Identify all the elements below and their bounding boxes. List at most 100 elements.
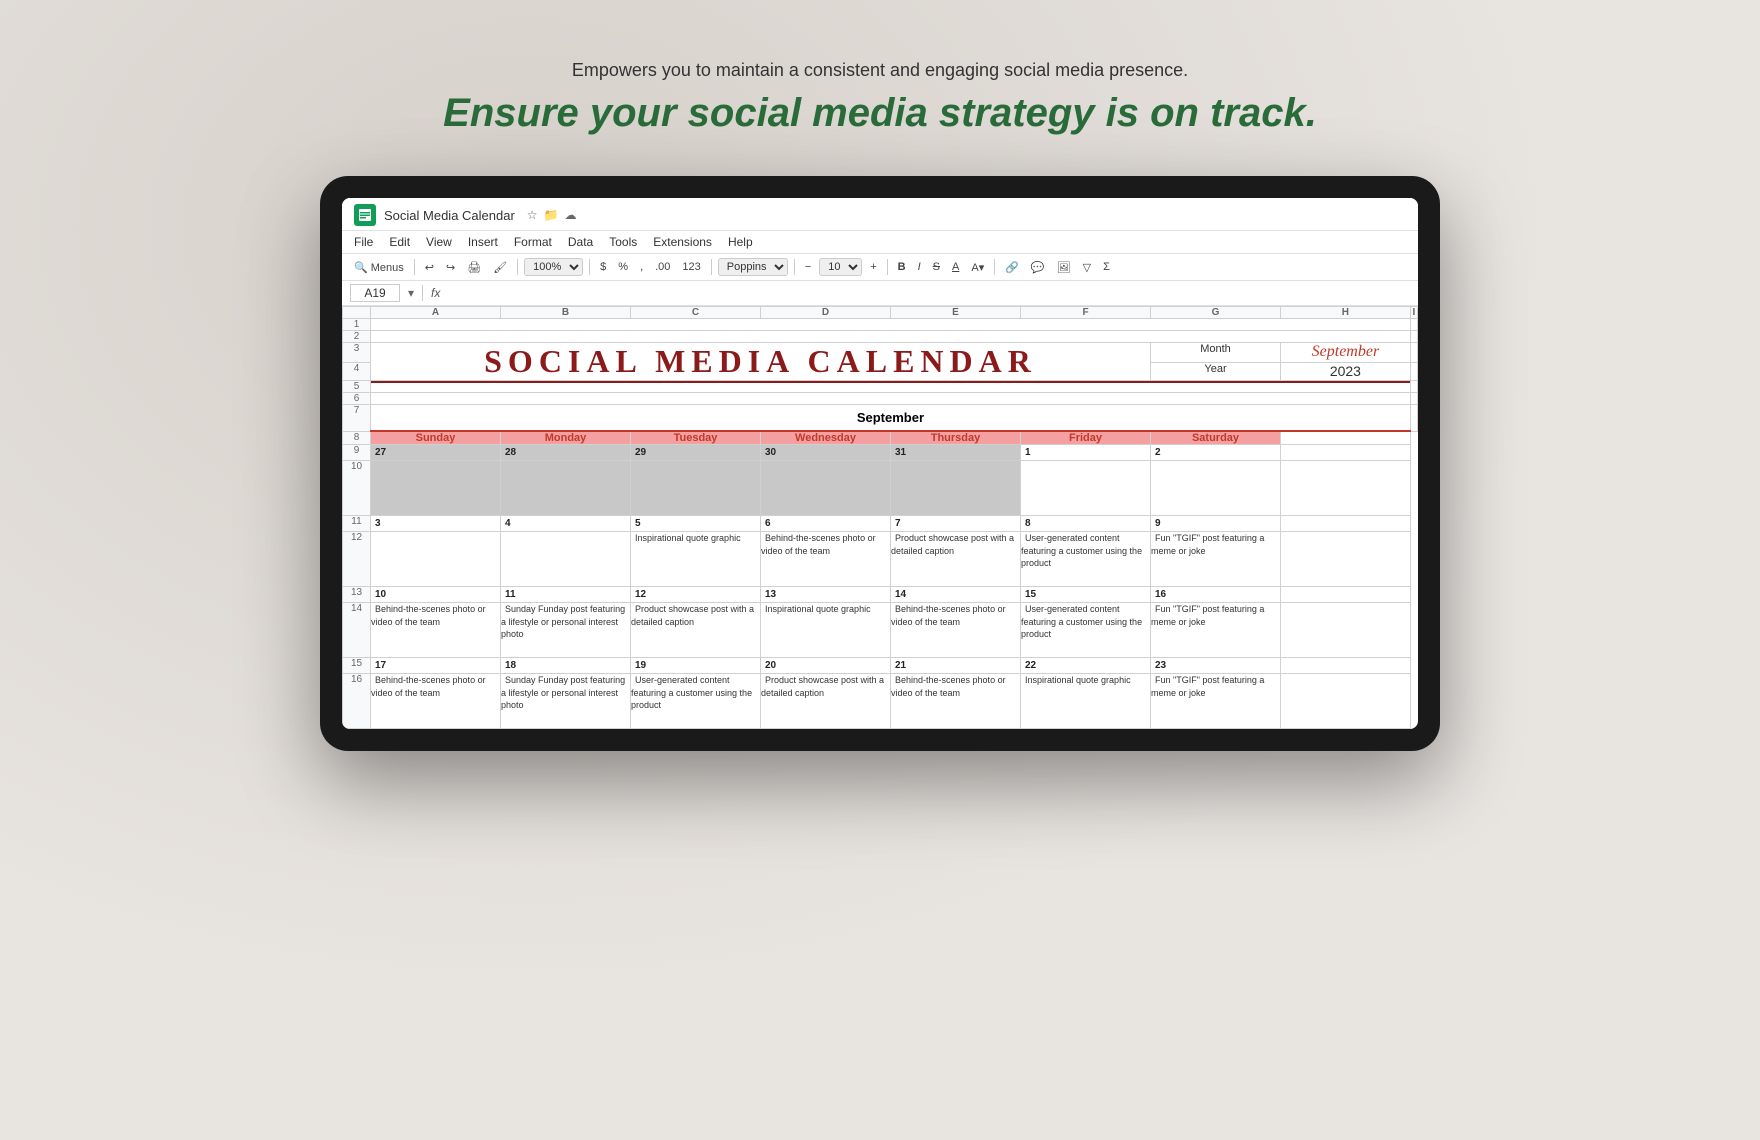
cal-13[interactable]: 13	[761, 587, 891, 603]
cal-23-c[interactable]: Fun "TGIF" post featuring a meme or joke	[1151, 674, 1281, 729]
col-C[interactable]: C	[631, 307, 761, 319]
paint-btn[interactable]: 🖌	[489, 259, 511, 276]
formula-dropdown[interactable]: ▾	[408, 286, 414, 300]
cal-6-c[interactable]: Behind-the-scenes photo or video of the …	[761, 532, 891, 587]
decimal2-btn[interactable]: .00	[651, 259, 674, 275]
cal-1-c[interactable]	[1021, 461, 1151, 516]
menu-data[interactable]: Data	[568, 233, 593, 251]
star-icon[interactable]: ☆	[527, 208, 538, 222]
image-btn[interactable]: 🖼	[1053, 259, 1075, 276]
cal-28[interactable]: 28	[501, 445, 631, 461]
cal-6[interactable]: 6	[761, 516, 891, 532]
cal-27[interactable]: 27	[371, 445, 501, 461]
cal-sep2[interactable]: 2	[1151, 445, 1281, 461]
font-size-select[interactable]: 10	[819, 258, 862, 276]
minus-btn[interactable]: −	[801, 259, 815, 275]
month-value[interactable]: September	[1281, 343, 1411, 363]
font-select[interactable]: Poppins	[718, 258, 788, 276]
italic-btn[interactable]: I	[914, 259, 925, 275]
cal-8-c[interactable]: User-generated content featuring a custo…	[1021, 532, 1151, 587]
format123-btn[interactable]: 123	[678, 259, 704, 275]
cal-19[interactable]: 19	[631, 658, 761, 674]
cal-5[interactable]: 5	[631, 516, 761, 532]
col-D[interactable]: D	[761, 307, 891, 319]
cal-16-c[interactable]: Fun "TGIF" post featuring a meme or joke	[1151, 603, 1281, 658]
cal-14-c[interactable]: Behind-the-scenes photo or video of the …	[891, 603, 1021, 658]
cal-3[interactable]: 3	[371, 516, 501, 532]
percent-btn[interactable]: %	[614, 259, 632, 275]
col-F[interactable]: F	[1021, 307, 1151, 319]
cal-23[interactable]: 23	[1151, 658, 1281, 674]
menu-edit[interactable]: Edit	[389, 233, 410, 251]
filter-btn[interactable]: ▽	[1079, 259, 1095, 276]
cal-29-c[interactable]	[631, 461, 761, 516]
col-B[interactable]: B	[501, 307, 631, 319]
col-E[interactable]: E	[891, 307, 1021, 319]
cal-2-c[interactable]	[1151, 461, 1281, 516]
menu-view[interactable]: View	[426, 233, 452, 251]
bold-btn[interactable]: B	[894, 259, 910, 275]
text-color-btn[interactable]: A▾	[967, 259, 988, 276]
cal-4[interactable]: 4	[501, 516, 631, 532]
cal-15[interactable]: 15	[1021, 587, 1151, 603]
col-I[interactable]: I	[1410, 307, 1417, 319]
cal-10[interactable]: 10	[371, 587, 501, 603]
cal-7[interactable]: 7	[891, 516, 1021, 532]
cal-27-c[interactable]	[371, 461, 501, 516]
search-btn[interactable]: 🔍 Menus	[350, 259, 408, 276]
cal-21-c[interactable]: Behind-the-scenes photo or video of the …	[891, 674, 1021, 729]
cal-22[interactable]: 22	[1021, 658, 1151, 674]
col-H[interactable]: H	[1281, 307, 1411, 319]
sigma-btn[interactable]: Σ	[1099, 259, 1114, 275]
link-btn[interactable]: 🔗	[1001, 259, 1023, 276]
cal-17[interactable]: 17	[371, 658, 501, 674]
cal-4-c[interactable]	[501, 532, 631, 587]
menu-format[interactable]: Format	[514, 233, 552, 251]
cal-12[interactable]: 12	[631, 587, 761, 603]
cloud-icon[interactable]: ☁	[565, 208, 577, 222]
cal-29[interactable]: 29	[631, 445, 761, 461]
col-A[interactable]: A	[371, 307, 501, 319]
comment-btn[interactable]: 💬	[1027, 259, 1049, 276]
cal-14[interactable]: 14	[891, 587, 1021, 603]
print-btn[interactable]: 🖨	[463, 259, 485, 276]
cal-30[interactable]: 30	[761, 445, 891, 461]
cal-15-c[interactable]: User-generated content featuring a custo…	[1021, 603, 1151, 658]
cal-30-c[interactable]	[761, 461, 891, 516]
cal-22-c[interactable]: Inspirational quote graphic	[1021, 674, 1151, 729]
year-value[interactable]: 2023	[1281, 363, 1411, 381]
undo-btn[interactable]: ↩	[421, 259, 438, 276]
cal-8[interactable]: 8	[1021, 516, 1151, 532]
underline-btn[interactable]: A	[948, 259, 963, 275]
plus-btn[interactable]: +	[866, 259, 880, 275]
cal-31[interactable]: 31	[891, 445, 1021, 461]
currency-btn[interactable]: $	[596, 259, 610, 275]
cal-9[interactable]: 9	[1151, 516, 1281, 532]
folder-icon[interactable]: 📁	[544, 208, 559, 222]
cal-13-c[interactable]: Inspirational quote graphic	[761, 603, 891, 658]
cal-18[interactable]: 18	[501, 658, 631, 674]
cal-31-c[interactable]	[891, 461, 1021, 516]
cal-20[interactable]: 20	[761, 658, 891, 674]
cal-28-c[interactable]	[501, 461, 631, 516]
cal-sep1[interactable]: 1	[1021, 445, 1151, 461]
cal-9-c[interactable]: Fun "TGIF" post featuring a meme or joke	[1151, 532, 1281, 587]
cal-16[interactable]: 16	[1151, 587, 1281, 603]
zoom-select[interactable]: 100%	[524, 258, 583, 276]
cal-11[interactable]: 11	[501, 587, 631, 603]
menu-tools[interactable]: Tools	[609, 233, 637, 251]
row2-content[interactable]	[371, 331, 1411, 343]
cal-18-c[interactable]: Sunday Funday post featuring a lifestyle…	[501, 674, 631, 729]
menu-help[interactable]: Help	[728, 233, 753, 251]
cal-20-c[interactable]: Product showcase post with a detailed ca…	[761, 674, 891, 729]
cal-10-c[interactable]: Behind-the-scenes photo or video of the …	[371, 603, 501, 658]
col-G[interactable]: G	[1151, 307, 1281, 319]
cal-21[interactable]: 21	[891, 658, 1021, 674]
menu-insert[interactable]: Insert	[468, 233, 498, 251]
redo-btn[interactable]: ↪	[442, 259, 459, 276]
cal-7-c[interactable]: Product showcase post with a detailed ca…	[891, 532, 1021, 587]
menu-file[interactable]: File	[354, 233, 373, 251]
cal-11-c[interactable]: Sunday Funday post featuring a lifestyle…	[501, 603, 631, 658]
cal-12-c[interactable]: Product showcase post with a detailed ca…	[631, 603, 761, 658]
cal-17-c[interactable]: Behind-the-scenes photo or video of the …	[371, 674, 501, 729]
